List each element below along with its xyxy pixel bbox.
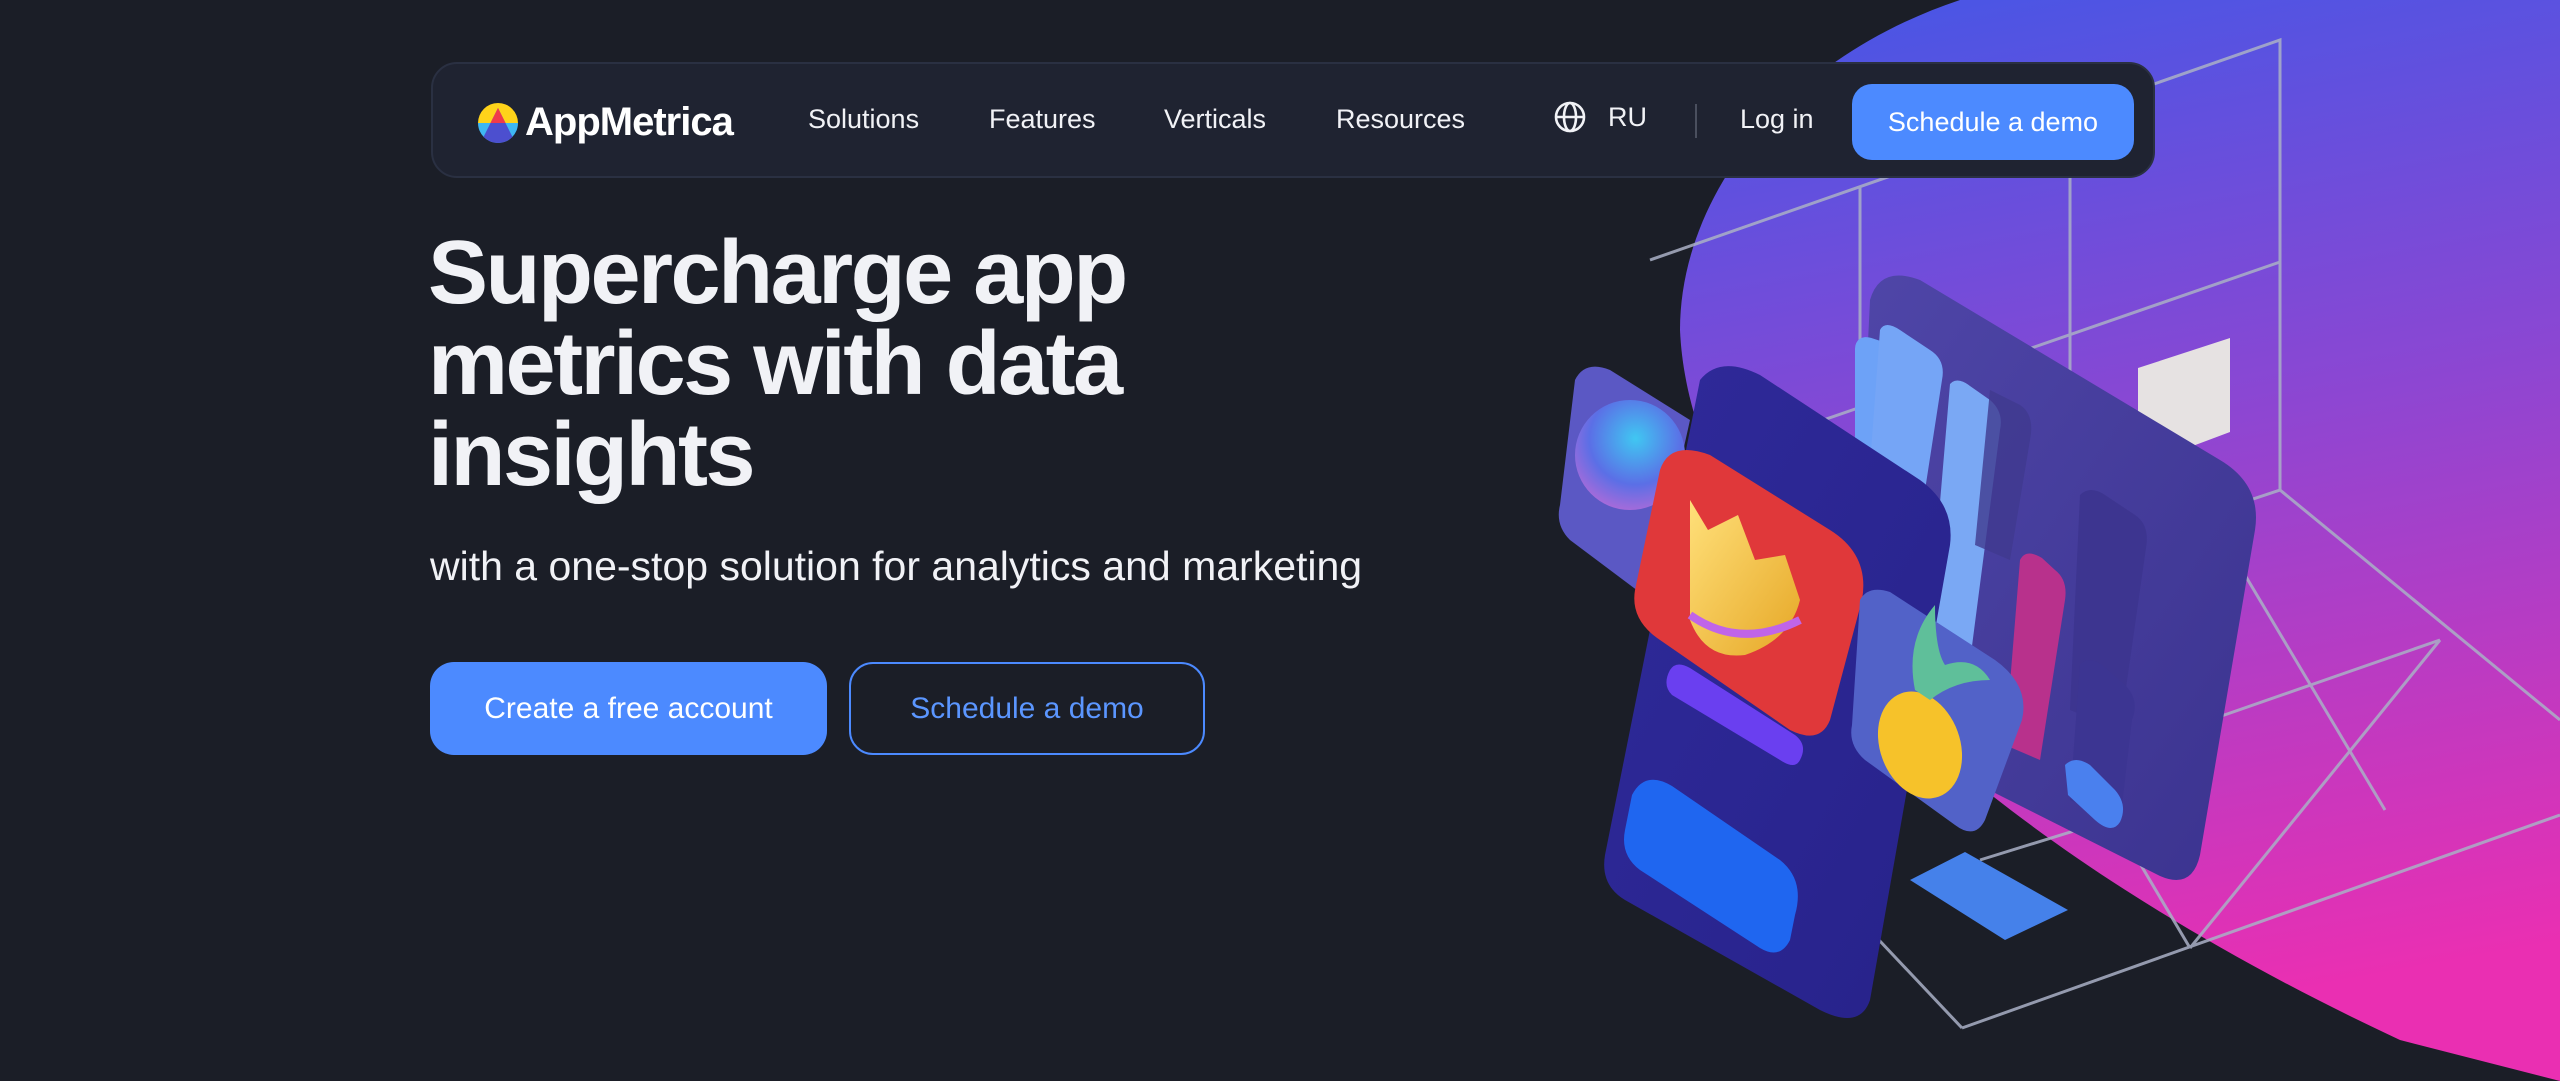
header-schedule-demo-button[interactable]: Schedule a demo xyxy=(1852,84,2134,160)
globe-icon xyxy=(1554,101,1586,133)
nav-item-verticals[interactable]: Verticals xyxy=(1164,104,1266,135)
site-header: AppMetrica Solutions Features Verticals … xyxy=(431,62,2155,178)
appmetrica-logo-icon xyxy=(478,102,518,143)
language-label: RU xyxy=(1608,101,1647,132)
nav-item-solutions[interactable]: Solutions xyxy=(808,104,919,135)
nav-item-resources[interactable]: Resources xyxy=(1336,104,1465,135)
brand-name: AppMetrica xyxy=(525,100,734,144)
language-switcher[interactable]: RU xyxy=(1553,100,1647,134)
create-account-button[interactable]: Create a free account xyxy=(430,662,827,755)
nav-item-features[interactable]: Features xyxy=(989,104,1096,135)
login-link[interactable]: Log in xyxy=(1740,104,1814,135)
header-divider xyxy=(1695,104,1697,138)
hero-schedule-demo-button[interactable]: Schedule a demo xyxy=(849,662,1205,755)
brand-logo[interactable]: AppMetrica xyxy=(477,100,734,145)
hero-subheadline: with a one-stop solution for analytics a… xyxy=(430,543,1363,589)
hero-headline: Supercharge app metrics with data insigh… xyxy=(428,223,1128,505)
floor-tile xyxy=(1910,852,2068,940)
